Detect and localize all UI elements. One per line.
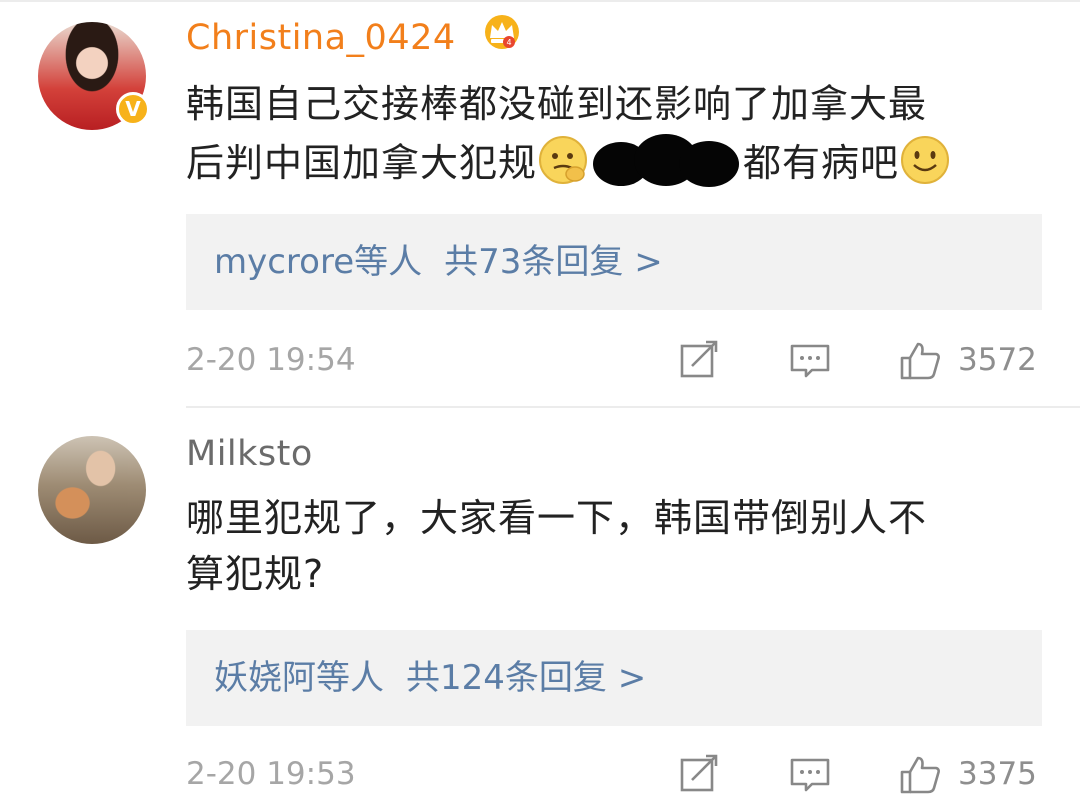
comment-text: 哪里犯规了，大家看一下，韩国带倒别人不 算犯规? xyxy=(186,490,1026,602)
comment-divider xyxy=(186,406,1080,408)
avatar[interactable] xyxy=(38,436,146,544)
like-icon[interactable] xyxy=(898,340,942,380)
reply-users: 妖娆阿等人 xyxy=(214,658,384,698)
comment-text-segment: 后判中国加拿大犯规 xyxy=(186,141,538,185)
reply-summary: mycrore等人 共73条回复 > xyxy=(214,242,663,282)
avatar[interactable]: V xyxy=(38,22,150,130)
thinking-emoji-icon xyxy=(539,136,588,184)
reply-preview[interactable]: mycrore等人 共73条回复 > xyxy=(186,214,1042,310)
comment-meta: 2-20 19:54 3572 xyxy=(0,330,1080,390)
username[interactable]: Christina_0424 xyxy=(186,18,456,58)
like-count: 3572 xyxy=(958,342,1037,378)
comment-text-segment: 都有病吧 xyxy=(743,141,900,185)
forward-icon[interactable] xyxy=(678,340,722,380)
verified-badge-icon: V xyxy=(116,92,150,126)
username[interactable]: Milksto xyxy=(186,434,313,474)
top-divider xyxy=(0,0,1080,2)
like-count: 3375 xyxy=(958,756,1037,792)
reply-summary: 妖娆阿等人 共124条回复 > xyxy=(214,658,646,698)
comment-text-line: 韩国自己交接棒都没碰到还影响了加拿大最 xyxy=(186,82,928,126)
comment-meta: 2-20 19:53 3375 xyxy=(0,744,1080,804)
svg-text:4: 4 xyxy=(506,38,511,47)
comment-icon[interactable] xyxy=(788,340,832,380)
reply-preview[interactable]: 妖娆阿等人 共124条回复 > xyxy=(186,630,1042,726)
avatar-image xyxy=(38,436,146,544)
redaction-mark xyxy=(593,134,740,187)
comment-text-line: 后判中国加拿大犯规 都有病吧 xyxy=(186,132,1026,191)
comment-text-line: 算犯规? xyxy=(186,552,325,596)
comment-icon[interactable] xyxy=(788,754,832,794)
like-icon[interactable] xyxy=(898,754,942,794)
reply-users: mycrore等人 xyxy=(214,242,423,282)
reply-count-link[interactable]: 共124条回复 > xyxy=(406,658,646,698)
timestamp: 2-20 19:53 xyxy=(186,756,356,792)
timestamp: 2-20 19:54 xyxy=(186,342,356,378)
comment-text: 韩国自己交接棒都没碰到还影响了加拿大最 后判中国加拿大犯规 都有病吧 xyxy=(186,76,1026,191)
comment-text-line: 哪里犯规了，大家看一下，韩国带倒别人不 xyxy=(186,496,928,540)
forward-icon[interactable] xyxy=(678,754,722,794)
smile-emoji-icon xyxy=(901,136,950,184)
crown-icon: 4 xyxy=(485,15,519,49)
reply-count-link[interactable]: 共73条回复 > xyxy=(444,242,663,282)
